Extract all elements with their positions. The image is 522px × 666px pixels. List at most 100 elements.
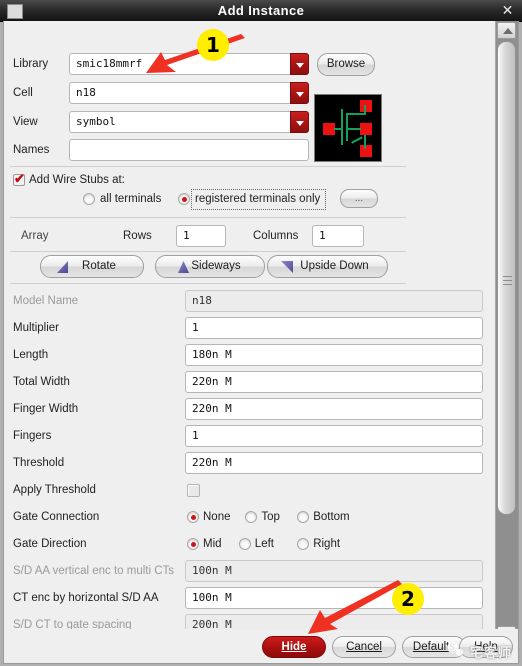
cell-input[interactable]: n18 [69, 82, 309, 104]
view-dropdown-button[interactable] [290, 111, 309, 133]
array-rows-label: Rows [123, 230, 152, 242]
parameter-label: Total Width [13, 376, 70, 388]
parameter-label: Gate Direction [13, 538, 87, 550]
parameter-input: 100n M [185, 560, 483, 582]
parameter-radio-label: Right [313, 538, 341, 550]
annotation-badge-1: 1 [197, 29, 229, 61]
parameter-radio[interactable] [187, 538, 199, 550]
sideways-icon [178, 261, 189, 273]
parameter-input[interactable]: 1 [185, 317, 483, 339]
scrollbar-grip [503, 284, 512, 285]
preview-terminal [360, 123, 372, 135]
array-columns-input[interactable]: 1 [312, 225, 364, 247]
title-bar: Add Instance ✕ [0, 0, 522, 22]
scrollbar-grip [503, 276, 512, 277]
annotation-arrow-1 [146, 34, 245, 73]
annotation-arrow-2 [308, 580, 402, 634]
parameter-radio[interactable] [245, 511, 258, 523]
view-label: View [13, 116, 38, 128]
vertical-scrollbar[interactable] [495, 21, 518, 662]
array-rows-input[interactable]: 1 [176, 225, 226, 247]
symbol-preview [314, 94, 382, 162]
dialog-content: Library smic18mmrf Browse Cell n18 View … [4, 21, 498, 662]
annotation-badge-2: 2 [392, 583, 424, 615]
preview-wire [346, 113, 348, 141]
preview-terminal [360, 145, 372, 157]
library-dropdown-button[interactable] [290, 53, 309, 75]
parameter-radio[interactable] [187, 511, 199, 523]
scroll-up-button[interactable] [497, 22, 516, 39]
parameter-radio-label: Bottom [313, 511, 350, 523]
parameter-radio-label: Mid [203, 538, 222, 550]
divider [10, 217, 406, 218]
divider [10, 166, 406, 167]
radio-all-terminals-label: all terminals [100, 193, 162, 205]
parameter-radio-label: None [203, 511, 231, 523]
rotate-button[interactable]: Rotate [40, 255, 144, 278]
parameter-label: Threshold [13, 457, 65, 469]
close-icon[interactable]: ✕ [499, 2, 516, 19]
names-input[interactable] [69, 139, 309, 161]
radio-registered-terminals-only-label: registered terminals only [195, 193, 321, 205]
preview-wire [341, 109, 343, 145]
wire-stubs-more-button[interactable]: ... [340, 189, 378, 208]
parameter-label: S/D AA vertical enc to multi CTs [13, 565, 175, 577]
add-wire-stubs-checkbox[interactable] [13, 171, 25, 187]
parameter-input[interactable]: 220n M [185, 452, 483, 474]
parameter-radio[interactable] [238, 538, 251, 550]
divider [10, 283, 406, 284]
array-label: Array [21, 230, 49, 242]
preview-terminal [360, 100, 372, 112]
upside-down-button-label: Upside Down [300, 260, 369, 272]
cell-label: Cell [13, 87, 33, 99]
parameter-input: n18 [185, 290, 483, 312]
preview-wire [334, 128, 342, 130]
scrollbar-thumb[interactable] [497, 41, 516, 515]
parameter-radio[interactable] [297, 538, 310, 550]
scrollbar-grip [503, 280, 512, 281]
radio-all-terminals[interactable] [83, 193, 95, 205]
sideways-button-label: Sideways [191, 260, 241, 272]
browse-button[interactable]: Browse [317, 53, 375, 76]
add-wire-stubs-label: Add Wire Stubs at: [29, 174, 125, 186]
parameter-radio-label: Top [261, 511, 280, 523]
rotate-icon [57, 261, 68, 273]
parameter-input[interactable]: 1 [185, 425, 483, 447]
parameter-input[interactable]: 180n M [185, 344, 483, 366]
parameter-label: Fingers [13, 430, 52, 442]
sideways-button[interactable]: Sideways [155, 255, 265, 278]
parameter-radio[interactable] [297, 511, 310, 523]
parameter-radio-label: Left [254, 538, 274, 550]
radio-registered-terminals-only[interactable] [178, 193, 190, 205]
parameter-label: CT enc by horizontal S/D AA [13, 592, 159, 604]
hide-button-label: Hide [281, 641, 307, 653]
watermark-text: 宅客师 [470, 645, 513, 660]
parameter-label: Model Name [13, 295, 79, 307]
upside-down-button[interactable]: Upside Down [267, 255, 388, 278]
parameter-input[interactable]: 220n M [185, 398, 483, 420]
divider [10, 251, 406, 252]
cell-dropdown-button[interactable] [290, 82, 309, 104]
page-title: Add Instance [217, 3, 305, 18]
rotate-button-label: Rotate [82, 260, 116, 272]
dialog-footer: Hide Cancel Defaults Help [4, 629, 518, 663]
parameter-input[interactable]: 220n M [185, 371, 483, 393]
preview-arrow [351, 136, 363, 144]
parameter-label: Finger Width [13, 403, 79, 415]
preview-wire [347, 113, 365, 115]
parameter-checkbox[interactable] [187, 484, 200, 497]
cancel-button-label: Cancel [346, 641, 382, 653]
library-label: Library [13, 58, 49, 70]
dialog-body: Library smic18mmrf Browse Cell n18 View … [3, 21, 519, 664]
view-input[interactable]: symbol [69, 111, 309, 133]
names-label: Names [13, 144, 50, 156]
upside-down-icon [281, 261, 293, 273]
watermark-dot [456, 649, 463, 656]
array-columns-label: Columns [253, 230, 299, 242]
parameter-label: Length [13, 349, 49, 361]
chevron-up-icon [503, 28, 513, 34]
preview-wire [364, 135, 366, 149]
add-instance-window: Add Instance ✕ Library smic18mmrf Browse… [0, 0, 522, 666]
parameter-label: Multiplier [13, 322, 60, 334]
parameter-label: Apply Threshold [13, 484, 96, 496]
